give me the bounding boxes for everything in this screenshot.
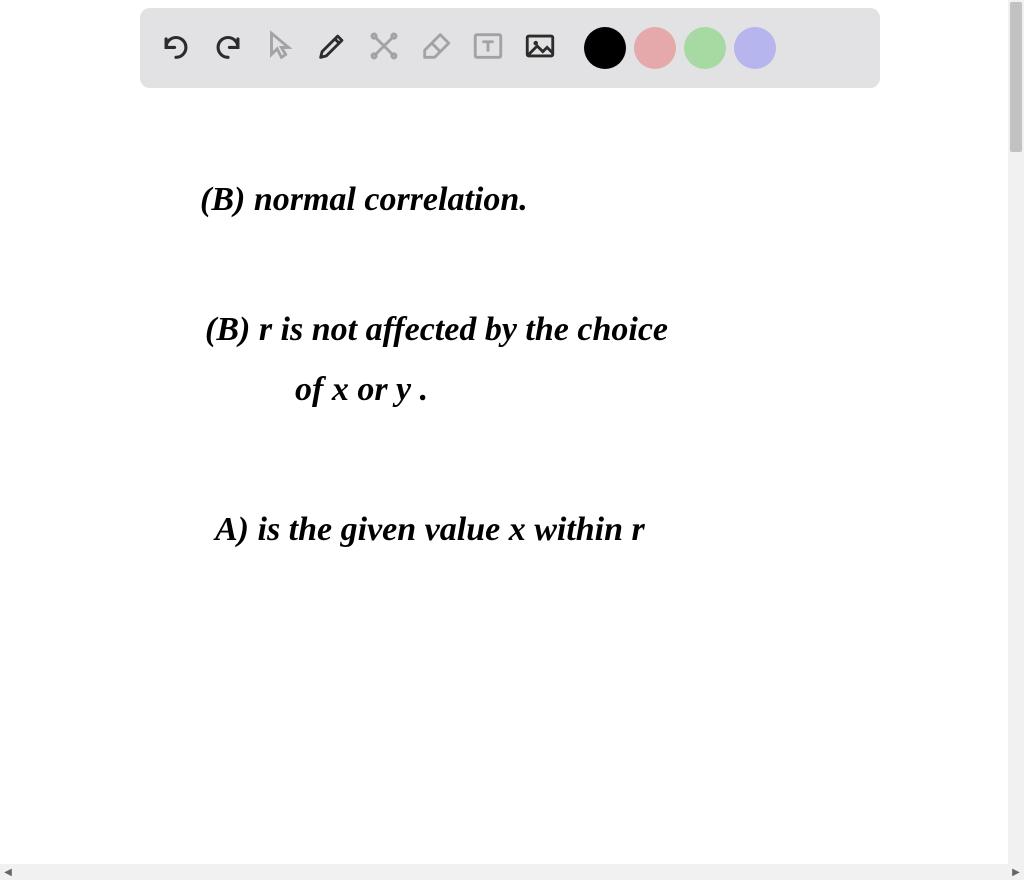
pointer-icon [263, 29, 297, 68]
pen-icon [315, 29, 349, 68]
text-button[interactable] [466, 26, 510, 70]
scroll-right-arrow-icon[interactable]: ▶ [1008, 864, 1024, 880]
color-pink[interactable] [634, 27, 676, 69]
handwriting-line: of x or y . [295, 371, 428, 408]
pointer-button[interactable] [258, 26, 302, 70]
image-icon [523, 29, 557, 68]
redo-button[interactable] [206, 26, 250, 70]
redo-icon [211, 29, 245, 68]
undo-icon [159, 29, 193, 68]
whiteboard-app: /* replaced below with cleaner SVGs */ [0, 0, 1024, 880]
color-purple[interactable] [734, 27, 776, 69]
pen-button[interactable] [310, 26, 354, 70]
drawing-canvas[interactable]: (B) normal correlation. (B) r is not aff… [0, 100, 1008, 860]
insert-image-button[interactable] [518, 26, 562, 70]
vertical-scrollbar[interactable]: ▲ [1008, 0, 1024, 864]
drawing-toolbar [140, 8, 880, 88]
undo-button[interactable] [154, 26, 198, 70]
tools-icon [367, 29, 401, 68]
eraser-icon [419, 29, 453, 68]
scroll-left-arrow-icon[interactable]: ◀ [0, 864, 16, 880]
textbox-icon [471, 29, 505, 68]
eraser-button[interactable] [414, 26, 458, 70]
handwriting-line: (B) normal correlation. [200, 181, 528, 218]
handwriting-line: (B) r is not affected by the choice [205, 311, 668, 348]
color-black[interactable] [584, 27, 626, 69]
vertical-scroll-thumb[interactable] [1010, 2, 1022, 152]
color-green[interactable] [684, 27, 726, 69]
handwriting-line: A) is the given value x within r [213, 511, 646, 548]
horizontal-scrollbar[interactable]: ◀ ▶ [0, 864, 1024, 880]
shape-tools-button[interactable] [362, 26, 406, 70]
